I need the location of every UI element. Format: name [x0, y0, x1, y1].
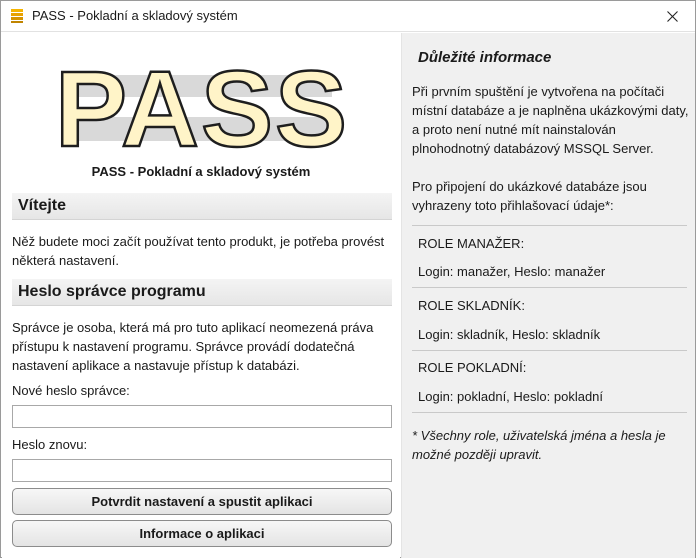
info-panel: Důležité informace Při prvním spuštění j…: [401, 33, 695, 558]
divider: [412, 350, 687, 351]
product-name: PASS - Pokladní a skladový systém: [91, 164, 311, 179]
repeat-password-label: Heslo znovu:: [12, 437, 88, 452]
title-bar[interactable]: PASS - Pokladní a skladový systém: [1, 1, 695, 32]
repeat-password-field[interactable]: [12, 459, 392, 482]
close-button[interactable]: [649, 1, 695, 32]
admin-password-header: Heslo správce programu: [12, 279, 392, 306]
info-paragraph-credentials: Pro připojení do ukázkové databáze jsou …: [412, 179, 647, 213]
roles-footnote: * Všechny role, uživatelská jména a hesl…: [412, 428, 666, 462]
pass-logo: PASS: [54, 53, 349, 155]
new-password-label: Nové heslo správce:: [12, 383, 130, 398]
role-credentials: Login: manažer, Heslo: manažer: [418, 264, 606, 279]
app-icon: [11, 9, 23, 23]
welcome-header: Vítejte: [12, 193, 392, 220]
close-icon: [666, 11, 678, 22]
app-info-button[interactable]: Informace o aplikaci: [12, 520, 392, 547]
confirm-and-start-button[interactable]: Potvrdit nastavení a spustit aplikaci: [12, 488, 392, 515]
role-name: ROLE MANAŽER:: [418, 236, 525, 251]
info-title: Důležité informace: [418, 49, 552, 66]
info-paragraph-database: Při prvním spuštění je vytvořena na počí…: [412, 84, 689, 156]
welcome-text: Něž budete moci začít používat tento pro…: [12, 234, 385, 268]
role-credentials: Login: pokladní, Heslo: pokladní: [418, 389, 604, 404]
window-title: PASS - Pokladní a skladový systém: [32, 8, 238, 23]
application-window: PASS - Pokladní a skladový systém PASS P…: [0, 0, 696, 558]
admin-description: Správce je osoba, která má pro tuto apli…: [12, 320, 374, 373]
new-password-field[interactable]: [12, 405, 392, 428]
role-name: ROLE SKLADNÍK:: [418, 298, 525, 313]
divider: [412, 225, 687, 226]
role-credentials: Login: skladník, Heslo: skladník: [418, 327, 601, 342]
divider: [412, 412, 687, 413]
setup-panel: PASS PASS - Pokladní a skladový systém V…: [2, 33, 400, 558]
divider: [412, 287, 687, 288]
logo-text: PASS: [55, 53, 349, 155]
role-name: ROLE POKLADNÍ:: [418, 360, 527, 375]
